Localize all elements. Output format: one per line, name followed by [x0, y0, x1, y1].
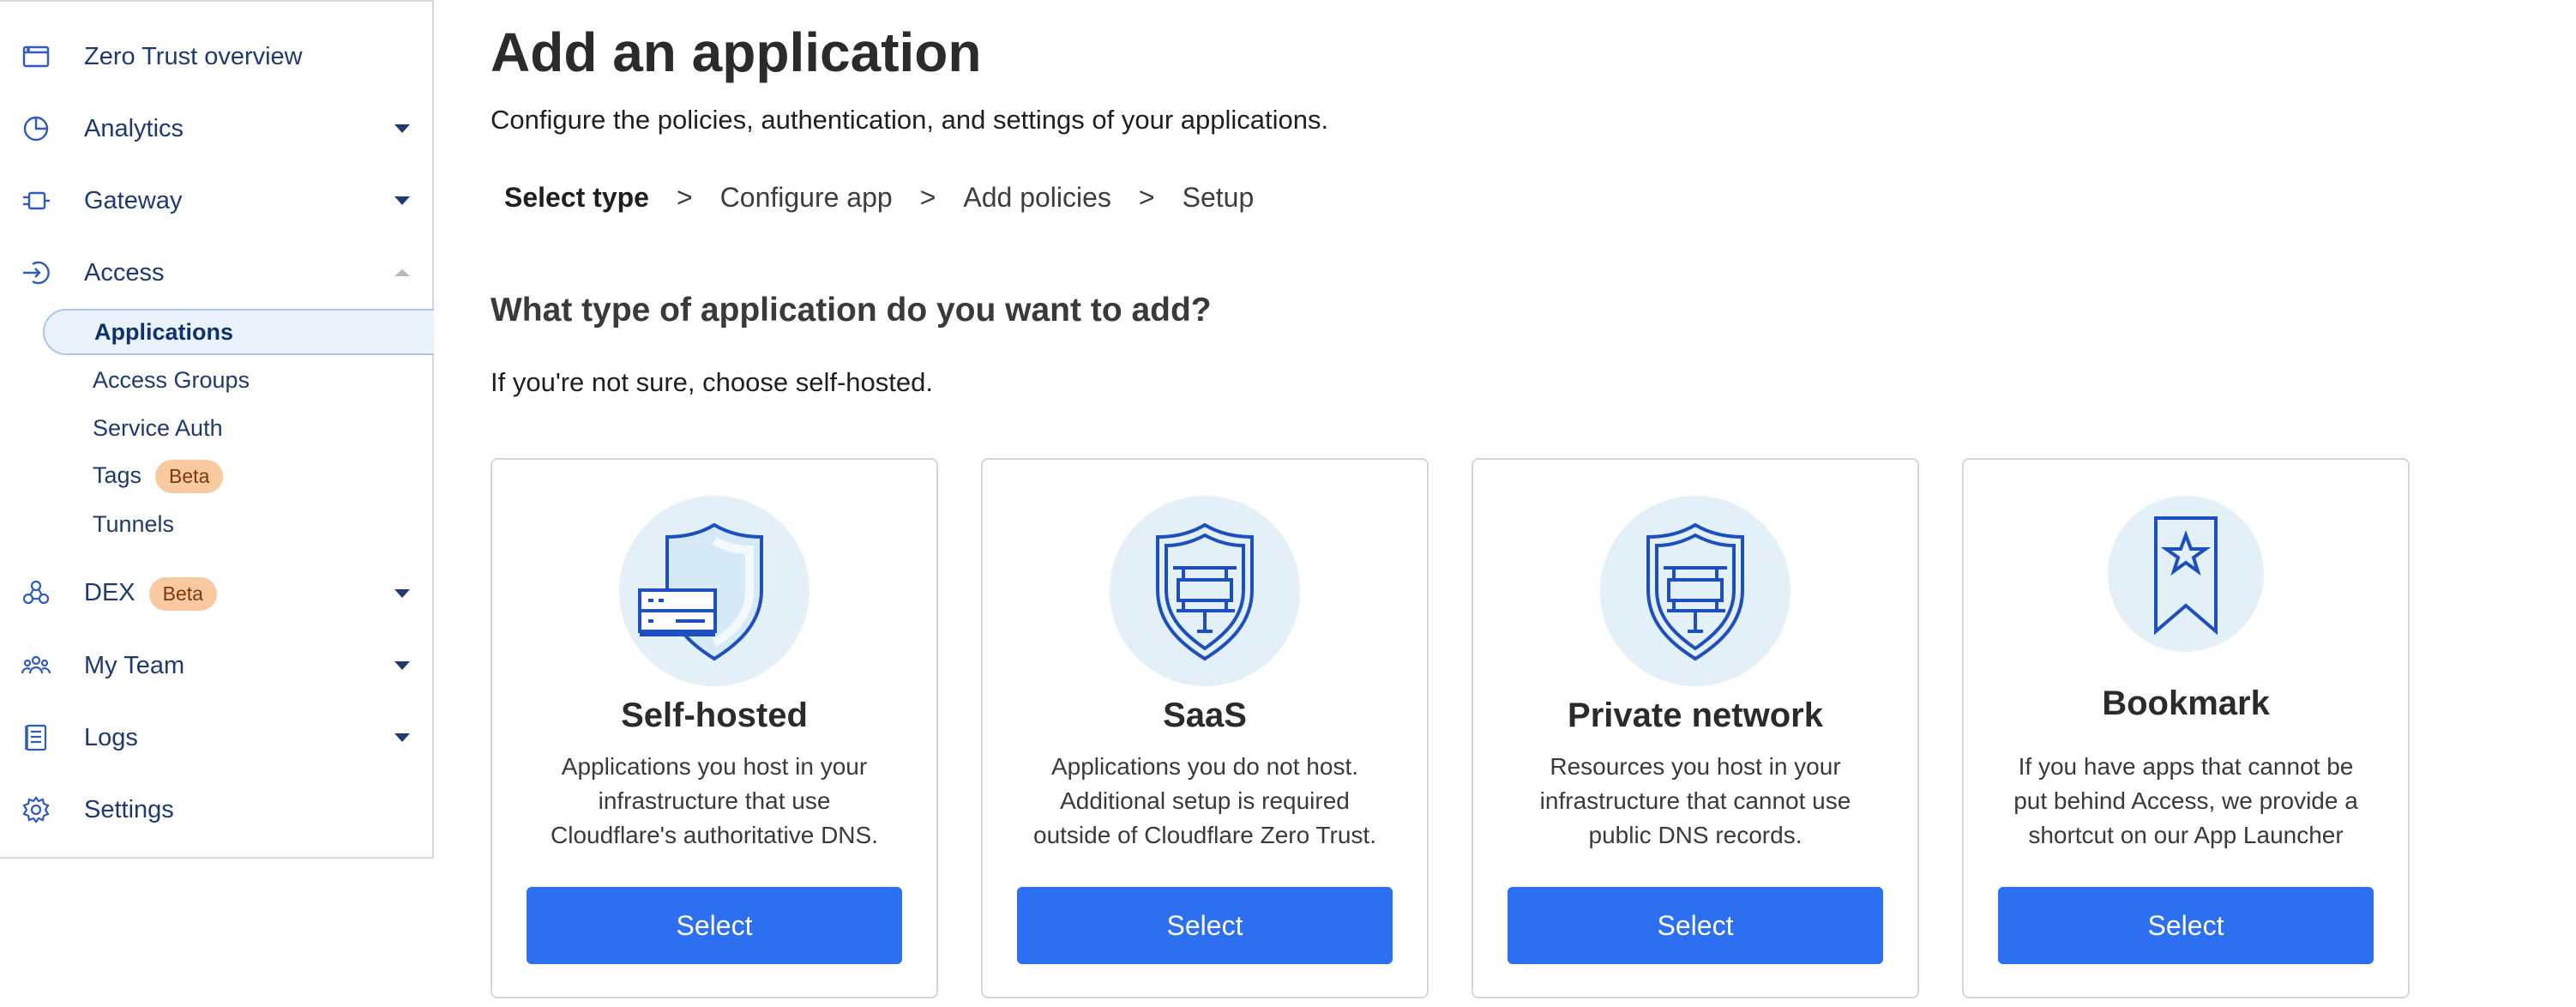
sidebar-item-label: Zero Trust overview [84, 42, 303, 70]
page-title: Add an application [491, 21, 982, 83]
card-title: Self-hosted [621, 696, 808, 734]
chevron-down-icon [394, 589, 410, 598]
sidebar-subitem-label: Service Auth [93, 414, 223, 441]
wizard-steps: Select type > Configure app > Add polici… [504, 182, 1254, 214]
app-type-card-bookmark: Bookmark If you have apps that cannot be… [1962, 458, 2410, 998]
sidebar-item-gateway[interactable]: Gateway [0, 175, 432, 226]
sidebar-item-label: DEX [84, 578, 135, 606]
sidebar-subitem-label: Tags [93, 461, 142, 488]
sidebar: Zero Trust overview Analytics Gateway Ac… [0, 0, 434, 859]
card-title: SaaS [1163, 696, 1247, 734]
access-icon [19, 256, 53, 290]
sidebar-item-label: Logs [84, 723, 138, 751]
card-title: Bookmark [2102, 684, 2270, 722]
sidebar-subitem-access-groups[interactable]: Access Groups [43, 357, 434, 403]
step-separator: > [919, 182, 936, 213]
sidebar-subitem-label: Applications [94, 318, 234, 345]
sidebar-item-logs[interactable]: Logs [0, 712, 432, 763]
select-self-hosted-button[interactable]: Select [527, 887, 902, 964]
beta-badge: Beta [148, 576, 217, 611]
step-setup: Setup [1182, 182, 1255, 213]
select-private-network-button[interactable]: Select [1508, 887, 1883, 964]
step-add-policies: Add policies [963, 182, 1111, 213]
select-bookmark-button[interactable]: Select [1998, 887, 2374, 964]
logs-icon [19, 721, 53, 755]
card-description: Applications you do not host. Additional… [1033, 753, 1376, 848]
sidebar-item-label: My Team [84, 651, 185, 679]
beta-badge: Beta [155, 459, 224, 493]
step-separator: > [676, 182, 693, 213]
team-icon [19, 648, 53, 683]
sidebar-subitem-label: Access Groups [93, 366, 250, 393]
app-type-card-self-hosted: Self-hosted Applications you host in you… [491, 458, 938, 998]
sidebar-subitem-label: Tunnels [93, 510, 175, 537]
sidebar-item-label: Settings [84, 795, 174, 823]
sidebar-item-settings[interactable]: Settings [0, 784, 432, 835]
page-subtitle: Configure the policies, authentication, … [491, 105, 1329, 135]
bookmark-star-icon [2108, 496, 2264, 652]
chevron-up-icon [394, 269, 410, 276]
sidebar-subitem-tags[interactable]: Tags Beta [43, 453, 434, 499]
chevron-down-icon [394, 196, 410, 205]
card-description: Resources you host in your infrastructur… [1539, 753, 1851, 848]
shield-network-icon [1110, 496, 1300, 686]
gear-icon [19, 793, 53, 827]
card-description: If you have apps that cannot be put behi… [2013, 753, 2358, 848]
sidebar-item-label: Gateway [84, 186, 183, 214]
select-saas-button[interactable]: Select [1017, 887, 1393, 964]
app-type-card-saas: SaaS Applications you do not host. Addit… [981, 458, 1429, 998]
sidebar-item-access[interactable]: Access [0, 247, 432, 298]
sidebar-item-my-team[interactable]: My Team [0, 640, 432, 691]
section-question: What type of application do you want to … [491, 292, 1212, 329]
gateway-icon [19, 184, 53, 218]
sidebar-item-label: Access [84, 258, 165, 286]
card-title: Private network [1568, 696, 1823, 734]
sidebar-item-zero-trust-overview[interactable]: Zero Trust overview [0, 31, 432, 82]
pie-chart-icon [19, 112, 53, 146]
dex-icon [19, 576, 53, 611]
sidebar-subitem-applications[interactable]: Applications [43, 309, 434, 355]
shield-network-icon [1600, 496, 1791, 686]
sidebar-subitem-service-auth[interactable]: Service Auth [43, 405, 434, 451]
shield-server-icon [619, 496, 810, 686]
app-type-card-private-network: Private network Resources you host in yo… [1472, 458, 1919, 998]
chevron-down-icon [394, 124, 410, 133]
window-icon [19, 39, 53, 74]
sidebar-item-analytics[interactable]: Analytics [0, 103, 432, 154]
step-configure-app: Configure app [719, 182, 893, 213]
section-hint: If you're not sure, choose self-hosted. [491, 367, 933, 397]
chevron-down-icon [394, 661, 410, 670]
step-separator: > [1138, 182, 1155, 213]
sidebar-item-dex[interactable]: DEX Beta [0, 568, 432, 619]
sidebar-item-label: Analytics [84, 114, 184, 142]
step-select-type: Select type [504, 182, 649, 213]
card-description: Applications you host in your infrastruc… [551, 753, 878, 848]
sidebar-subitem-tunnels[interactable]: Tunnels [43, 501, 434, 547]
chevron-down-icon [394, 733, 410, 742]
